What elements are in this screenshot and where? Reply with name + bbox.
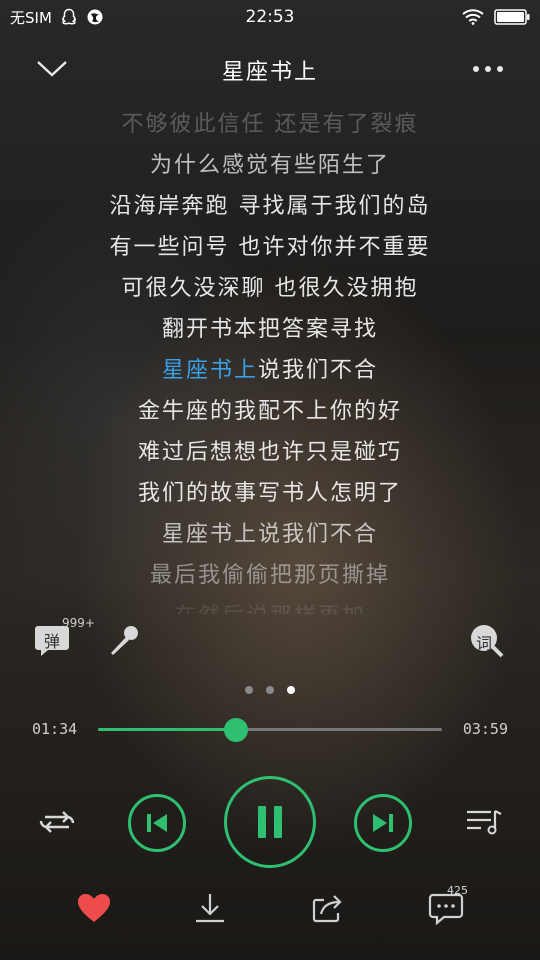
progress-row: 01:34 03:59 — [0, 712, 540, 746]
lyric-line: 难过后想想也许只是碰巧 — [137, 440, 402, 465]
like-button[interactable] — [74, 888, 114, 928]
skip-previous-icon — [147, 814, 167, 832]
lyric-line: 为什么感觉有些陌生了 — [149, 153, 390, 178]
current-lyric-highlight: 星座书上 — [161, 358, 258, 383]
repeat-icon — [39, 811, 75, 833]
lyric-label: 词 — [475, 634, 492, 653]
lyric-line: 星座书上说我们不合 — [161, 522, 378, 547]
more-button[interactable] — [470, 56, 506, 82]
share-icon — [312, 895, 342, 923]
playback-controls — [0, 776, 540, 870]
lyric-line: 沿海岸奔跑 寻找属于我们的岛 — [109, 194, 431, 219]
status-time: 22:53 — [245, 7, 295, 27]
next-track-button[interactable] — [354, 794, 412, 852]
mic-button[interactable] — [106, 622, 142, 658]
status-bar: 无SIM 22:53 — [0, 0, 540, 34]
share-button[interactable] — [308, 888, 348, 928]
microphone-icon — [111, 626, 138, 655]
danmu-label: 弹 — [43, 632, 60, 651]
heart-icon — [78, 894, 110, 922]
pause-button[interactable] — [224, 776, 316, 868]
lyrics-panel[interactable]: 不够彼此信任 还是有了裂痕 为什么感觉有些陌生了 沿海岸奔跑 寻找属于我们的岛 … — [0, 104, 540, 614]
lyric-line: 最后我偷偷把那页撕掉 — [149, 563, 390, 588]
page-dot[interactable] — [245, 686, 253, 694]
lyric-line: 我们的故事写书人怎明了 — [137, 481, 402, 506]
bottom-action-bar: 425 — [0, 880, 540, 940]
page-indicator — [0, 686, 540, 694]
page-dot[interactable] — [266, 686, 274, 694]
progress-fill — [98, 728, 236, 731]
more-dots-icon — [473, 66, 503, 72]
progress-thumb[interactable] — [223, 718, 248, 742]
total-time: 03:59 — [462, 720, 508, 738]
current-lyric-line: 星座书上说我们不合 — [0, 350, 540, 391]
progress-bar[interactable] — [98, 718, 442, 742]
comment-count-badge: 425 — [447, 884, 468, 897]
playlist-icon — [467, 810, 502, 835]
repeat-button[interactable] — [36, 804, 78, 840]
danmu-count-badge: 999+ — [62, 616, 95, 630]
current-lyric-rest: 说我们不合 — [258, 358, 379, 383]
lyric-line: 不够彼此信任 还是有了裂痕 — [121, 112, 419, 137]
player-header: 星座书上 — [0, 44, 540, 94]
lyric-line: 在然后说那样再加 — [0, 596, 540, 614]
download-icon — [196, 894, 224, 923]
lyric-line: 可很久没深聊 也很久没拥抱 — [121, 276, 419, 301]
page-dot-active[interactable] — [287, 686, 295, 694]
tool-row: 弹 999+ 词 — [0, 616, 540, 666]
previous-track-button[interactable] — [128, 794, 186, 852]
pause-icon — [258, 806, 282, 838]
current-time: 01:34 — [32, 720, 78, 738]
lyric-search-button[interactable]: 词 — [468, 622, 506, 660]
playlist-button[interactable] — [464, 804, 504, 840]
lyric-line: 翻开书本把答案寻找 — [161, 317, 378, 342]
song-title: 星座书上 — [221, 60, 318, 85]
lyric-line: 有一些问号 也许对你并不重要 — [109, 235, 431, 260]
download-button[interactable] — [190, 888, 230, 928]
skip-next-icon — [373, 814, 393, 832]
lyric-line: 金牛座的我配不上你的好 — [137, 399, 402, 424]
